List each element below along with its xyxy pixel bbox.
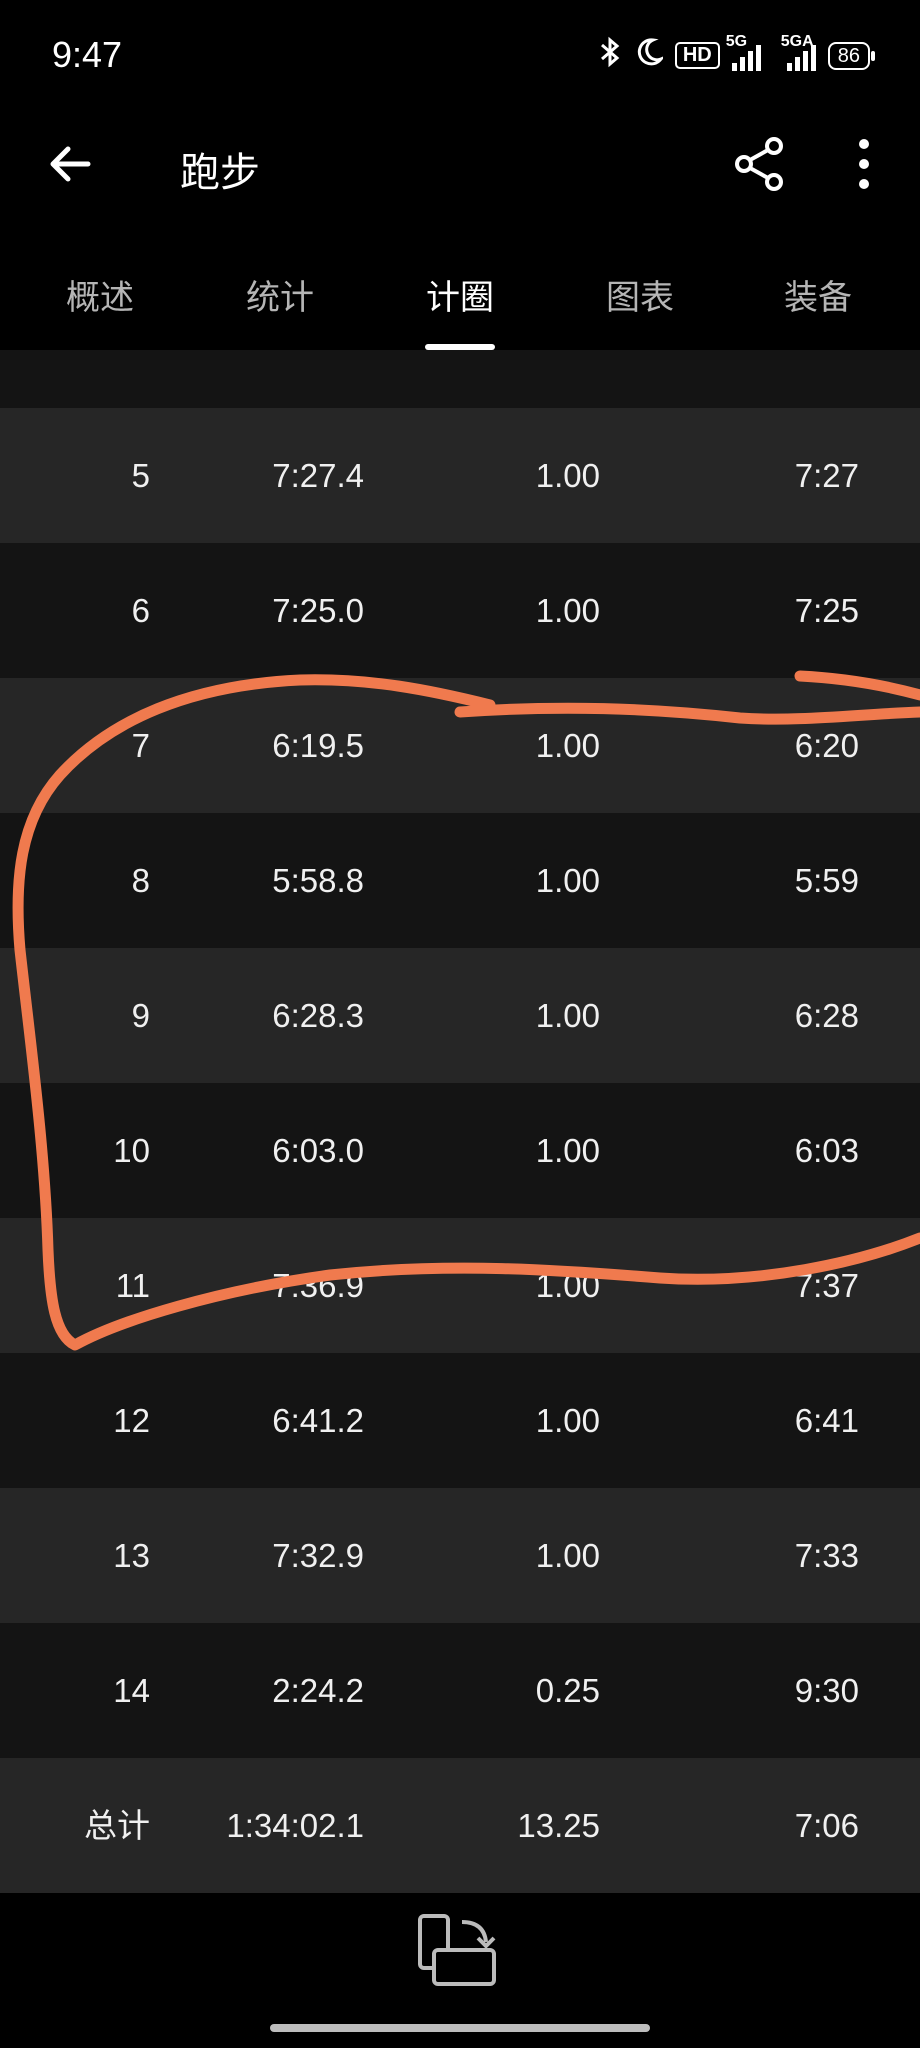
total-time: 1:34:02.1 (226, 1807, 364, 1844)
lap-pace: 6:41 (794, 1402, 859, 1439)
lap-number: 9 (131, 997, 150, 1034)
lap-distance: 1.00 (536, 350, 600, 401)
hd-voice-badge: HD (674, 42, 720, 69)
lap-pace: 7:25 (794, 592, 859, 629)
lap-pace: 7:33 (794, 1537, 859, 1574)
tab-bar: 概述 统计 计圈 图表 装备 (0, 230, 920, 350)
battery-indicator: 86 (827, 41, 876, 70)
lap-distance: 1.00 (535, 1537, 600, 1574)
lap-number: 14 (113, 1672, 150, 1709)
bottom-bar (0, 1894, 920, 2048)
lap-distance: 1.00 (535, 862, 600, 899)
status-icons: HD 5G 5GA 86 (597, 33, 876, 75)
lap-time: 7:25.0 (272, 592, 364, 629)
lap-time: 7:36.9 (272, 1267, 364, 1304)
total-pace: 7:06 (794, 1807, 859, 1844)
lap-pace: 7:25 (795, 350, 859, 401)
tab-laps[interactable]: 计圈 (426, 270, 494, 319)
lap-time: 6:28.3 (272, 997, 364, 1034)
lap-time: 6:41.2 (272, 1402, 364, 1439)
arrow-left-icon[interactable] (44, 138, 96, 190)
page-title: 跑步 (180, 151, 260, 195)
lap-distance: 1.00 (535, 457, 600, 494)
signal-5g-icon: 5G (726, 33, 761, 71)
lap-distance: 1.00 (535, 997, 600, 1034)
share-icon[interactable] (732, 134, 788, 194)
lap-number: 7 (131, 727, 150, 764)
table-row: 11 7:36.9 1.00 7:37 (0, 1218, 920, 1353)
tab-charts[interactable]: 图表 (606, 270, 674, 319)
rotate-screen-icon[interactable] (414, 1912, 504, 1992)
lap-distance: 1.00 (535, 727, 600, 764)
lap-distance: 1.00 (535, 1132, 600, 1169)
status-time: 9:47 (52, 34, 123, 75)
tab-gear[interactable]: 装备 (784, 270, 852, 319)
app-bar: 跑步 (0, 110, 920, 220)
lap-pace: 6:03 (794, 1132, 859, 1169)
lap-time: 7:32.9 (272, 1537, 364, 1574)
table-row: 10 6:03.0 1.00 6:03 (0, 1083, 920, 1218)
lap-time: 7:25.1 (272, 350, 364, 401)
total-row: 总计 1:34:02.1 13.25 7:06 (0, 1758, 920, 1893)
lap-time: 5:58.8 (272, 862, 364, 899)
lap-time: 7:27.4 (272, 457, 364, 494)
bluetooth-icon (597, 36, 623, 75)
lap-distance: 1.00 (535, 592, 600, 629)
lap-distance: 1.00 (535, 1402, 600, 1439)
moon-icon (635, 37, 666, 74)
laps-table: 4 7:25.1 1.00 7:25 5 7:27.4 1.00 7:27 6 … (0, 350, 920, 1893)
lap-pace: 6:28 (794, 997, 859, 1034)
lap-number: 10 (113, 1132, 150, 1169)
lap-number: 6 (131, 592, 150, 629)
lap-pace: 6:20 (794, 727, 859, 764)
table-row: 5 7:27.4 1.00 7:27 (0, 408, 920, 543)
total-distance: 13.25 (517, 1807, 600, 1844)
lap-pace: 9:30 (794, 1672, 859, 1709)
signal-5ga-icon: 5GA (781, 33, 816, 71)
lap-pace: 7:27 (794, 457, 859, 494)
lap-number: 8 (131, 862, 150, 899)
table-row: 9 6:28.3 1.00 6:28 (0, 948, 920, 1083)
status-bar: 9:47 HD 5G 5GA 86 (0, 0, 920, 110)
tab-overview[interactable]: 概述 (66, 270, 134, 319)
lap-number: 11 (115, 1267, 150, 1304)
lap-number: 5 (131, 457, 150, 494)
lap-distance: 0.25 (535, 1672, 600, 1709)
table-row: 14 2:24.2 0.25 9:30 (0, 1623, 920, 1758)
lap-number: 12 (113, 1402, 150, 1439)
tab-stats[interactable]: 统计 (246, 270, 314, 319)
lap-distance: 1.00 (535, 1267, 600, 1304)
table-row: 7 6:19.5 1.00 6:20 (0, 678, 920, 813)
table-row: 8 5:58.8 1.00 5:59 (0, 813, 920, 948)
lap-number: 4 (132, 350, 150, 401)
table-row: 12 6:41.2 1.00 6:41 (0, 1353, 920, 1488)
home-indicator[interactable] (270, 2024, 650, 2032)
lap-time: 6:03.0 (272, 1132, 364, 1169)
table-row: 13 7:32.9 1.00 7:33 (0, 1488, 920, 1623)
table-row: 6 7:25.0 1.00 7:25 (0, 543, 920, 678)
lap-number: 13 (113, 1537, 150, 1574)
table-row: 4 7:25.1 1.00 7:25 (0, 350, 920, 408)
lap-time: 6:19.5 (272, 727, 364, 764)
lap-pace: 7:37 (794, 1267, 859, 1304)
total-label: 总计 (84, 1807, 150, 1844)
more-vert-icon[interactable] (846, 134, 882, 194)
lap-pace: 5:59 (794, 862, 859, 899)
lap-time: 2:24.2 (272, 1672, 364, 1709)
